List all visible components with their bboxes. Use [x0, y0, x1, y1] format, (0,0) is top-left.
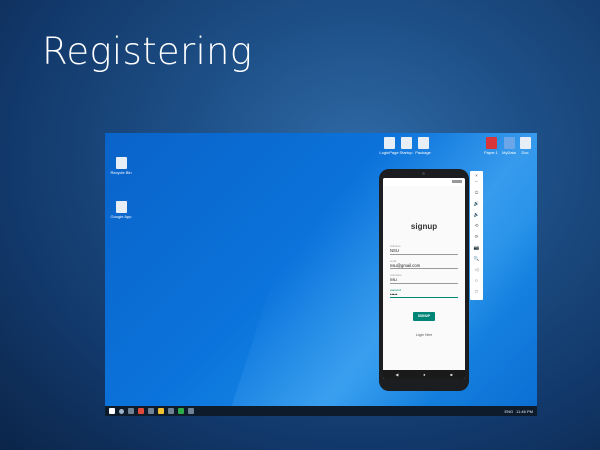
recycle-bin-icon[interactable]: Recycle Bin — [109, 157, 133, 175]
app-icon[interactable] — [138, 408, 144, 414]
task-view-icon[interactable] — [128, 408, 134, 414]
wallpaper-light-beam — [216, 133, 537, 416]
windows-taskbar: ENG 11:46 PM — [105, 406, 537, 416]
volume-down-icon[interactable]: 🔈 — [473, 212, 480, 218]
file-icon — [519, 137, 531, 149]
zoom-icon[interactable]: 🔍 — [473, 256, 480, 262]
camera-icon[interactable]: 📷 — [473, 245, 480, 251]
app-icon[interactable] — [188, 408, 194, 414]
slide-title: Registering — [42, 30, 253, 73]
windows-start-icon[interactable] — [109, 408, 115, 414]
desktop-file-icon[interactable]: Google App — [109, 201, 133, 219]
signup-title: signup — [410, 222, 438, 231]
fullname-value[interactable]: NSU — [390, 248, 458, 255]
recents-icon[interactable]: ■ — [450, 372, 452, 377]
file-icon — [417, 137, 429, 149]
email-value[interactable]: nsu@gmail.com — [390, 263, 458, 269]
battery-icon — [452, 180, 462, 183]
desktop-file-icon[interactable]: Package — [411, 137, 435, 155]
clock[interactable]: 11:46 PM — [516, 409, 533, 414]
minimize-icon[interactable]: – — [473, 179, 480, 185]
app-icon[interactable] — [178, 408, 184, 414]
volume-up-icon[interactable]: 🔊 — [473, 201, 480, 207]
back-icon[interactable]: ◁ — [473, 267, 480, 273]
camera-icon — [422, 172, 425, 175]
username-value[interactable]: nsu — [390, 277, 458, 284]
status-bar — [383, 178, 465, 186]
home-icon[interactable]: ● — [423, 372, 425, 377]
desktop-screenshot: Recycle Bin Google App LoginPage Startup… — [105, 133, 537, 416]
pdf-icon — [485, 137, 497, 149]
signup-button-wrap: SIGNUP — [383, 304, 465, 322]
app-glyph-icon — [115, 201, 127, 213]
phone-screen: signup Fullname NSU email nsu@gmail.com … — [383, 178, 465, 379]
app-icon[interactable] — [148, 408, 154, 414]
app-icon[interactable] — [168, 408, 174, 414]
back-icon[interactable]: ◀ — [395, 372, 398, 377]
desktop-file-icon[interactable]: Doc — [513, 137, 537, 155]
phone-emulator: signup Fullname NSU email nsu@gmail.com … — [379, 169, 469, 391]
recycle-bin-glyph-icon — [115, 157, 127, 169]
rotate-right-icon[interactable]: ⟳ — [473, 234, 480, 240]
password-field[interactable]: password ••••• — [390, 289, 458, 298]
overview-icon[interactable]: □ — [473, 289, 480, 295]
system-tray: ENG 11:46 PM — [505, 409, 538, 414]
power-icon[interactable]: ⏻ — [473, 190, 480, 196]
language-indicator[interactable]: ENG — [505, 409, 514, 414]
folder-icon[interactable] — [158, 408, 164, 414]
email-field[interactable]: email nsu@gmail.com — [390, 260, 458, 269]
fullname-field[interactable]: Fullname NSU — [390, 245, 458, 255]
login-link[interactable]: Login Here — [383, 333, 465, 337]
signup-button[interactable]: SIGNUP — [412, 311, 436, 321]
search-icon[interactable] — [119, 408, 124, 414]
home-icon[interactable]: ○ — [473, 278, 480, 284]
file-icon — [400, 137, 412, 149]
emulator-toolbar: × – ⏻ 🔊 🔈 ⟲ ⟳ 📷 🔍 ◁ ○ □ ⋯ — [470, 171, 483, 305]
android-nav-bar: ◀ ● ■ — [383, 370, 465, 379]
rotate-left-icon[interactable]: ⟲ — [473, 223, 480, 229]
username-field[interactable]: username nsu — [390, 274, 458, 284]
file-icon — [383, 137, 395, 149]
more-icon[interactable]: ⋯ — [473, 300, 480, 306]
password-value[interactable]: ••••• — [390, 292, 458, 298]
